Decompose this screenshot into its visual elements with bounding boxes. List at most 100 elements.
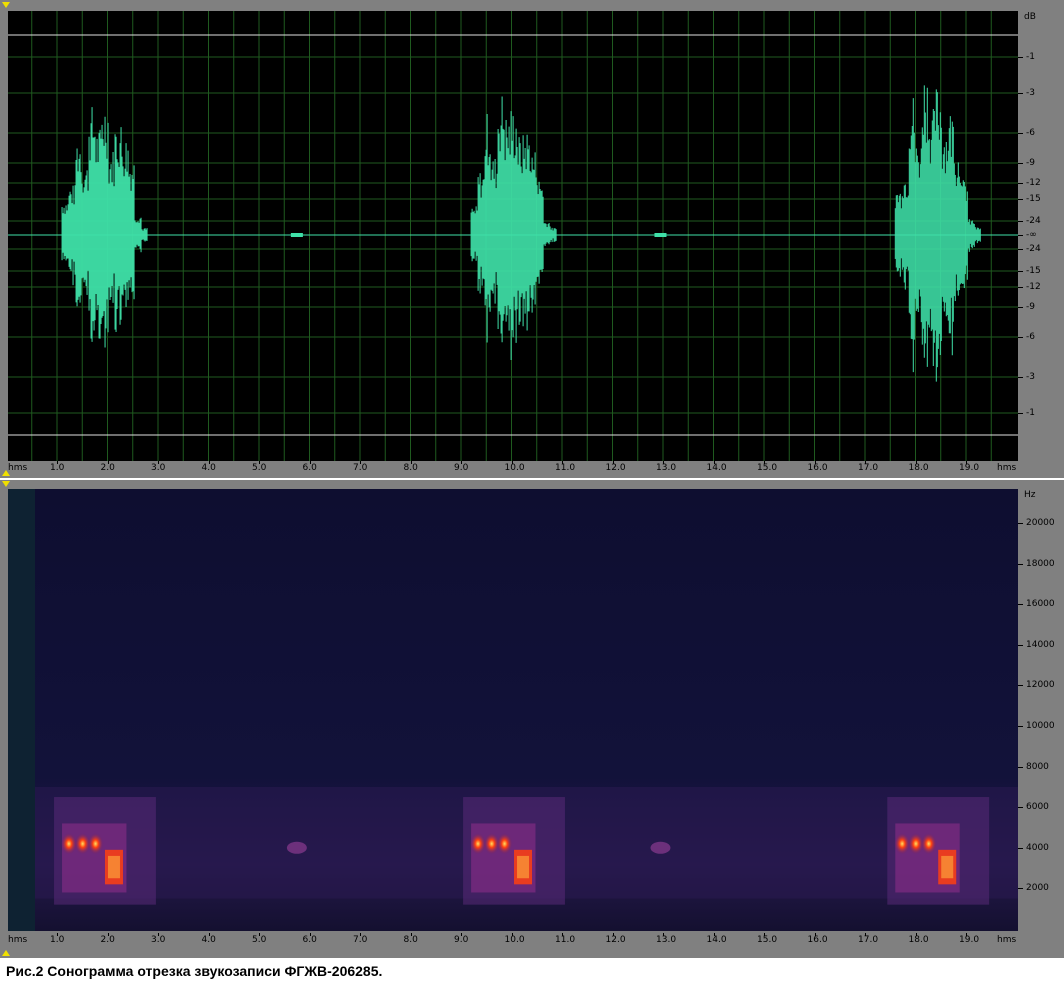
db-tick — [1018, 337, 1023, 338]
hz-axis: Hz 20000 18000 16000 14000 12000 10000 8000 600… — [1018, 489, 1064, 931]
hz-tick — [1018, 888, 1023, 890]
time-unit-left: hms — [8, 935, 28, 945]
hz-tick-label: 10000 — [1026, 721, 1055, 731]
time-tick-label: 15.0 — [757, 463, 778, 473]
time-tick-label: 17.0 — [858, 463, 879, 473]
spectrogram-time-ruler[interactable]: hms hms 1.0 2.0 3.0 4.0 5.0 6.0 7.0 8.0 9.0 10.0 1… — [0, 933, 1064, 947]
db-tick-label: -3 — [1026, 88, 1035, 98]
hz-tick-label: 4000 — [1026, 842, 1049, 853]
time-tick-label: 4.0 — [201, 935, 216, 945]
time-tick-label: 18.0 — [908, 463, 929, 473]
db-tick — [1018, 413, 1023, 414]
wave-blip — [654, 233, 667, 237]
db-unit-label: dB — [1024, 12, 1036, 22]
db-tick — [1018, 133, 1023, 134]
time-tick-label: 2.0 — [100, 935, 115, 945]
time-tick-label: 1.0 — [50, 935, 65, 945]
db-axis: dB -1 -3 -6 -9 -12 -15 -24 -∞ -24 -15 -12 -9 -6 -3 -1 — [1018, 11, 1064, 461]
db-tick — [1018, 93, 1023, 94]
time-unit-right: hms — [997, 463, 1017, 473]
hz-tick-label: 6000 — [1026, 802, 1049, 813]
figure-caption: Рис.2 Сонограмма отрезка звукозаписи ФГЖ… — [6, 963, 383, 979]
time-tick-label: 12.0 — [605, 463, 626, 473]
wave-blip — [290, 233, 303, 237]
db-tick-label: -15 — [1026, 266, 1041, 276]
waveform-panel[interactable]: dB -1 -3 -6 -9 -12 -15 -24 -∞ -24 -15 -12 -9 -6 -3 -1 … — [0, 0, 1064, 478]
time-tick-label: 1.0 — [50, 463, 65, 473]
hz-tick — [1018, 644, 1023, 646]
time-tick-label: 13.0 — [656, 463, 677, 473]
waveform-top-bar — [0, 0, 1064, 11]
db-tick-label: -24 — [1026, 216, 1041, 226]
hz-tick-label: 20000 — [1026, 518, 1055, 528]
hz-tick — [1018, 847, 1023, 849]
waveform-time-ruler[interactable]: hms hms 1.0 2.0 3.0 4.0 5.0 6.0 7.0 8.0 9.0 10.0 1… — [0, 461, 1064, 475]
playhead-start-marker[interactable] — [2, 2, 10, 8]
time-tick-label: 10.0 — [504, 463, 525, 473]
time-tick-label: 5.0 — [252, 935, 267, 945]
time-tick-label: 5.0 — [252, 463, 267, 473]
time-tick-label: 3.0 — [151, 935, 166, 945]
time-tick-label: 6.0 — [302, 935, 317, 945]
spectrogram-leading-strip — [8, 489, 35, 931]
spectrogram-bottom-marker[interactable] — [2, 950, 10, 956]
waveform-bottom-marker[interactable] — [2, 470, 10, 476]
time-tick-label: 3.0 — [151, 463, 166, 473]
time-tick-label: 9.0 — [454, 935, 469, 945]
spectrogram-call — [54, 797, 156, 905]
db-tick — [1018, 199, 1023, 200]
db-tick — [1018, 287, 1023, 288]
db-tick — [1018, 183, 1023, 184]
spectrogram-blip — [650, 841, 671, 854]
hz-tick — [1018, 726, 1023, 727]
db-tick-label: -12 — [1026, 282, 1041, 292]
hz-tick — [1018, 766, 1023, 768]
time-tick-label: 19.0 — [959, 935, 980, 945]
db-tick-label: -24 — [1026, 244, 1041, 254]
spectrogram-blip — [286, 841, 307, 854]
time-tick-label: 16.0 — [807, 463, 828, 473]
db-tick-label: -6 — [1026, 128, 1035, 138]
time-tick-label: 18.0 — [908, 935, 929, 945]
time-tick-label: 14.0 — [706, 463, 727, 473]
spectrogram-call — [887, 797, 990, 905]
time-tick-label: 8.0 — [403, 463, 418, 473]
db-tick-label: -6 — [1026, 332, 1035, 342]
db-tick — [1018, 57, 1023, 58]
time-tick-label: 10.0 — [504, 935, 525, 945]
hz-tick — [1018, 807, 1023, 809]
db-tick-label: -12 — [1026, 178, 1041, 188]
hz-tick-label: 2000 — [1026, 883, 1049, 894]
db-tick-label: -3 — [1026, 372, 1035, 382]
time-tick-label: 12.0 — [605, 935, 626, 945]
wave-call — [470, 96, 557, 361]
time-tick-label: 15.0 — [757, 935, 778, 945]
db-tick-label: -9 — [1026, 158, 1035, 168]
spectrogram-display[interactable] — [8, 489, 1018, 931]
time-tick-label: 17.0 — [858, 935, 879, 945]
db-tick-label: -15 — [1026, 194, 1041, 204]
time-tick-label: 11.0 — [555, 463, 576, 473]
spectrogram-start-marker[interactable] — [2, 481, 10, 487]
spectrogram-panel[interactable]: Hz 20000 18000 16000 14000 12000 10000 8000 600… — [0, 480, 1064, 958]
spectrogram-call — [463, 797, 565, 905]
spectrogram-svg — [8, 489, 1018, 931]
db-tick — [1018, 307, 1023, 308]
hz-tick-label: 14000 — [1026, 639, 1055, 650]
time-tick-label: 16.0 — [807, 935, 828, 945]
db-tick-label: -1 — [1026, 52, 1035, 62]
hz-tick — [1018, 523, 1023, 524]
hz-tick — [1018, 685, 1023, 687]
hz-unit-label: Hz — [1024, 490, 1036, 500]
time-tick-label: 7.0 — [353, 463, 368, 473]
hz-tick-label: 18000 — [1026, 558, 1055, 569]
db-tick-label: -1 — [1026, 408, 1035, 418]
db-tick — [1018, 271, 1023, 272]
db-tick-label: -∞ — [1026, 230, 1037, 240]
time-tick-label: 7.0 — [353, 935, 368, 945]
waveform-display[interactable] — [8, 11, 1018, 461]
db-tick-label: -9 — [1026, 302, 1035, 312]
time-tick-label: 2.0 — [100, 463, 115, 473]
time-tick-label: 9.0 — [454, 463, 469, 473]
time-tick-label: 13.0 — [656, 935, 677, 945]
